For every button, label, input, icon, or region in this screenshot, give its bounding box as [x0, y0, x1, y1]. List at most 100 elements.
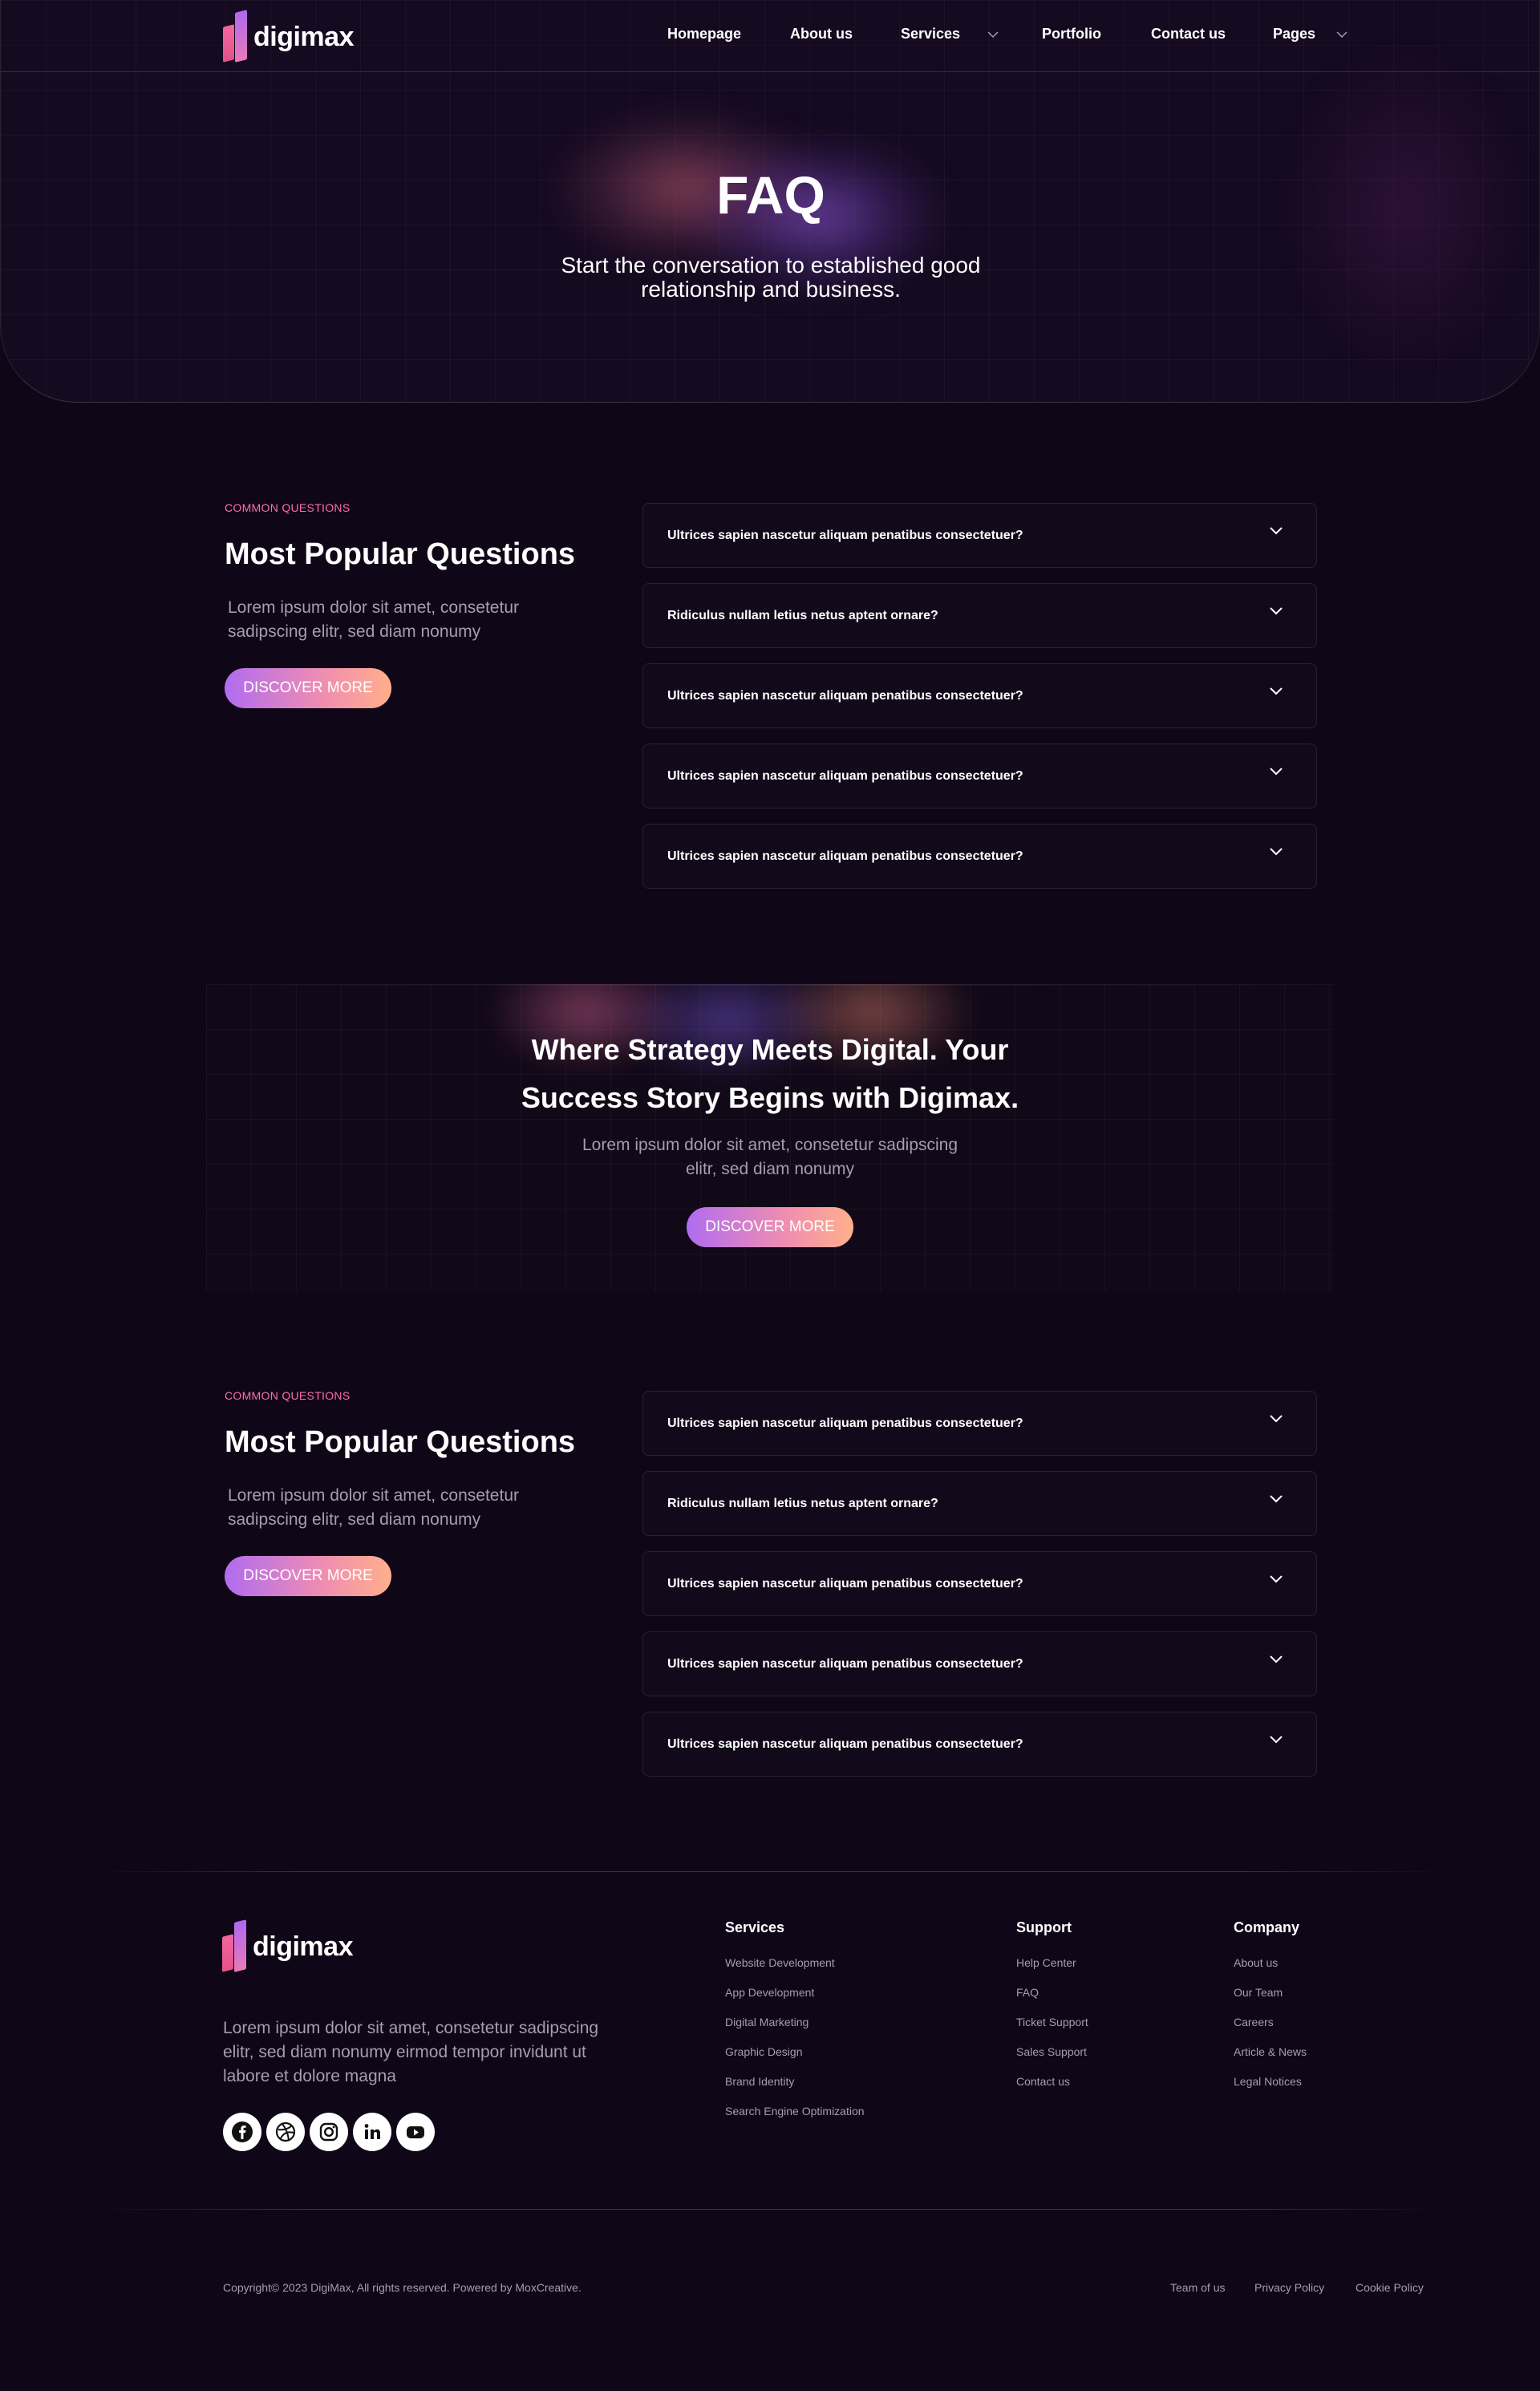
faq-question: Ultrices sapien nascetur aliquam penatib…	[667, 1576, 1023, 1591]
cta-title: Where Strategy Meets Digital. Your Succe…	[206, 1026, 1334, 1122]
chevron-down-icon	[1270, 606, 1283, 614]
section-description: Lorem ipsum dolor sit amet, consetetur s…	[228, 1486, 519, 1529]
footer-link[interactable]: FAQ	[1016, 1985, 1088, 2015]
faq-item[interactable]: Ultrices sapien nascetur aliquam penatib…	[642, 744, 1317, 808]
linkedin-icon[interactable]	[353, 2113, 391, 2151]
footer-link[interactable]: Digital Marketing	[725, 2015, 865, 2045]
nav-item-label: Pages	[1273, 26, 1316, 42]
footer-link[interactable]: Brand Identity	[725, 2074, 865, 2104]
section-eyebrow: COMMON QUESTIONS	[225, 501, 351, 514]
legal-link-privacy[interactable]: Privacy Policy	[1254, 2281, 1324, 2294]
footer-link[interactable]: Search Engine Optimization	[725, 2104, 865, 2134]
faq-question: Ultrices sapien nascetur aliquam penatib…	[667, 1656, 1023, 1671]
instagram-icon[interactable]	[310, 2113, 348, 2151]
faq-item[interactable]: Ultrices sapien nascetur aliquam penatib…	[642, 663, 1317, 728]
footer-link[interactable]: Careers	[1234, 2015, 1307, 2045]
faq-question: Ridiculus nullam letius netus aptent orn…	[667, 1496, 938, 1510]
nav-item-label: Portfolio	[1042, 26, 1101, 42]
chevron-down-icon	[1270, 847, 1283, 855]
chevron-down-icon	[1270, 767, 1283, 775]
nav-item-portfolio[interactable]: Portfolio	[1042, 26, 1101, 43]
chevron-down-icon	[1270, 1735, 1283, 1743]
footer-column-services: Services Website Development App Develop…	[725, 1919, 865, 2134]
chevron-down-icon	[1270, 687, 1283, 695]
social-links	[223, 2113, 435, 2151]
faq-item[interactable]: Ultrices sapien nascetur aliquam penatib…	[642, 824, 1317, 889]
faq-question: Ridiculus nullam letius netus aptent orn…	[667, 608, 938, 622]
legal-link-team[interactable]: Team of us	[1170, 2281, 1225, 2294]
chevron-down-icon	[1270, 526, 1283, 534]
nav-item-homepage[interactable]: Homepage	[667, 26, 741, 43]
footer-column-title: Services	[725, 1919, 785, 1935]
section-title: Most Popular Questions	[225, 537, 576, 571]
footer-link[interactable]: Contact us	[1016, 2074, 1088, 2104]
section-eyebrow: COMMON QUESTIONS	[225, 1389, 351, 1402]
footer-link[interactable]: Graphic Design	[725, 2045, 865, 2074]
faq-question: Ultrices sapien nascetur aliquam penatib…	[667, 768, 1023, 783]
legal-link-cookie[interactable]: Cookie Policy	[1356, 2281, 1424, 2294]
faq-question: Ultrices sapien nascetur aliquam penatib…	[667, 528, 1023, 542]
dribbble-icon[interactable]	[266, 2113, 305, 2151]
nav-item-services[interactable]: Services	[901, 26, 1000, 43]
faq-item[interactable]: Ultrices sapien nascetur aliquam penatib…	[642, 1712, 1317, 1777]
logo-mark-icon	[222, 1919, 249, 1972]
discover-more-button[interactable]: DISCOVER MORE	[687, 1207, 853, 1247]
brand-logo[interactable]: digimax	[223, 10, 354, 63]
copyright-text: Copyright© 2023 DigiMax, All rights rese…	[223, 2281, 582, 2294]
faq-question: Ultrices sapien nascetur aliquam penatib…	[667, 688, 1023, 703]
hero-section: digimax Homepage About us Services Portf…	[0, 0, 1540, 403]
brand-name: digimax	[253, 22, 354, 52]
footer-link[interactable]: Our Team	[1234, 1985, 1307, 2015]
nav-item-label: Homepage	[667, 26, 742, 42]
footer-column-title: Support	[1016, 1919, 1072, 1935]
nav-item-label: Services	[901, 26, 961, 42]
footer-link[interactable]: Sales Support	[1016, 2045, 1088, 2074]
faq-item[interactable]: Ridiculus nullam letius netus aptent orn…	[642, 1471, 1317, 1536]
footer-column-title: Company	[1234, 1919, 1300, 1935]
chevron-down-icon	[1270, 1494, 1283, 1502]
section-title: Most Popular Questions	[225, 1425, 576, 1459]
nav-item-label: About us	[790, 26, 853, 42]
footer-link[interactable]: Website Development	[725, 1955, 865, 1985]
footer-column-company: Company About us Our Team Careers Articl…	[1234, 1919, 1307, 2104]
nav-item-about[interactable]: About us	[790, 26, 853, 43]
chevron-down-icon	[987, 30, 999, 38]
chevron-down-icon	[1270, 1414, 1283, 1422]
footer-link[interactable]: About us	[1234, 1955, 1307, 1985]
youtube-icon[interactable]	[396, 2113, 435, 2151]
cta-title-line: Where Strategy Meets Digital. Your	[531, 1033, 1009, 1066]
faq-item[interactable]: Ultrices sapien nascetur aliquam penatib…	[642, 1631, 1317, 1696]
navbar: digimax Homepage About us Services Portf…	[1, 0, 1539, 72]
footer-link[interactable]: Ticket Support	[1016, 2015, 1088, 2045]
footer-link[interactable]: App Development	[725, 1985, 865, 2015]
facebook-icon[interactable]	[223, 2113, 261, 2151]
faq-item[interactable]: Ultrices sapien nascetur aliquam penatib…	[642, 1391, 1317, 1456]
footer-link[interactable]: Legal Notices	[1234, 2074, 1307, 2104]
footer-link[interactable]: Help Center	[1016, 1955, 1088, 1985]
faq-question: Ultrices sapien nascetur aliquam penatib…	[667, 849, 1023, 863]
nav-item-contact[interactable]: Contact us	[1151, 26, 1226, 43]
footer-divider	[96, 1871, 1444, 1872]
discover-more-button[interactable]: DISCOVER MORE	[225, 1556, 391, 1596]
chevron-down-icon	[1336, 30, 1348, 38]
faq-section: COMMON QUESTIONS Most Popular Questions …	[0, 1369, 1540, 1777]
faq-item[interactable]: Ridiculus nullam letius netus aptent orn…	[642, 583, 1317, 648]
cta-title-line: Success Story Begins with Digimax.	[521, 1081, 1019, 1114]
chevron-down-icon	[1270, 1655, 1283, 1663]
faq-item[interactable]: Ultrices sapien nascetur aliquam penatib…	[642, 1551, 1317, 1616]
faq-item[interactable]: Ultrices sapien nascetur aliquam penatib…	[642, 503, 1317, 568]
faq-question: Ultrices sapien nascetur aliquam penatib…	[667, 1416, 1023, 1430]
chevron-down-icon	[1270, 1574, 1283, 1583]
section-description: Lorem ipsum dolor sit amet, consetetur s…	[228, 598, 519, 641]
logo-mark-icon	[223, 10, 250, 63]
footer-logo[interactable]: digimax	[222, 1919, 353, 1972]
footer-link[interactable]: Article & News	[1234, 2045, 1307, 2074]
cta-description: Lorem ipsum dolor sit amet, consetetur s…	[582, 1136, 958, 1178]
page-title: FAQ	[716, 165, 825, 225]
hero-subtitle: Start the conversation to established go…	[561, 253, 981, 302]
discover-more-button[interactable]: DISCOVER MORE	[225, 668, 391, 708]
nav-item-pages[interactable]: Pages	[1273, 26, 1349, 43]
footer-column-support: Support Help Center FAQ Ticket Support S…	[1016, 1919, 1088, 2104]
nav-item-label: Contact us	[1151, 26, 1226, 42]
brand-name: digimax	[253, 1931, 353, 1962]
